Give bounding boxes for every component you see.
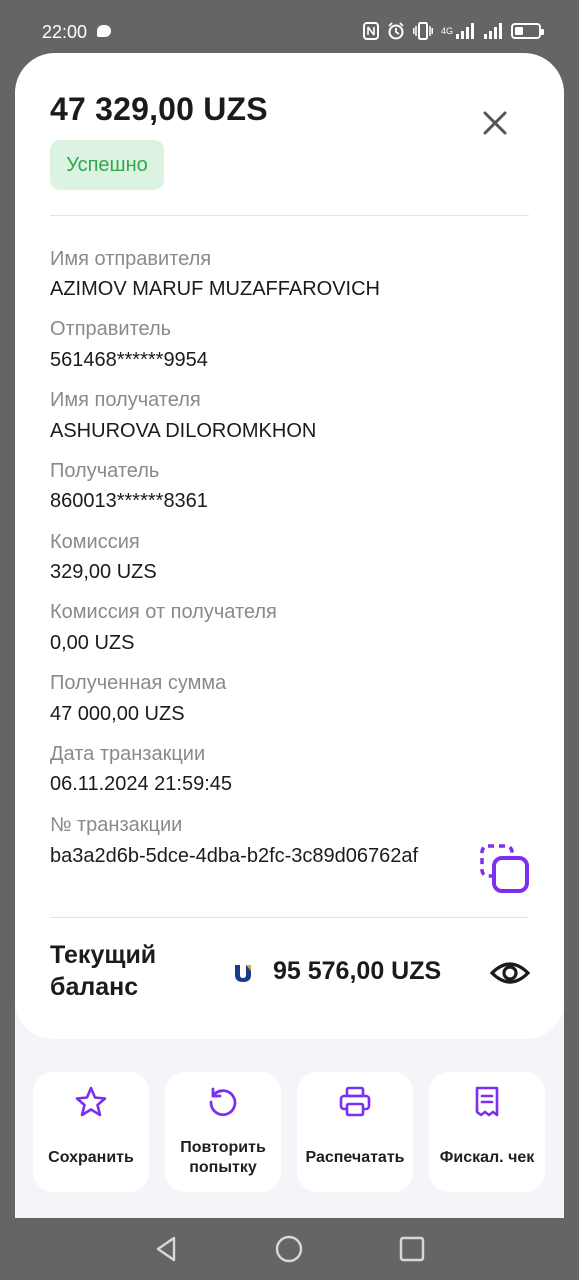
transaction-id-label: № транзакции — [50, 814, 183, 836]
battery-icon — [511, 23, 544, 39]
star-icon — [75, 1086, 107, 1117]
recipient-name-label: Имя получателя — [50, 389, 201, 411]
recipient-card-value: 860013******8361 — [50, 490, 208, 512]
fiscal-receipt-button[interactable]: Фискал. чек — [429, 1072, 545, 1192]
recipient-commission-value: 0,00 UZS — [50, 632, 135, 654]
balance-value: 95 576,00 UZS — [273, 957, 442, 985]
recipient-card-label: Получатель — [50, 460, 160, 482]
alarm-icon — [388, 22, 404, 40]
balance-label: Текущий баланс — [50, 941, 157, 1001]
action-buttons: Сохранить Повторить попытку Распечатать … — [33, 1072, 547, 1194]
eye-icon[interactable] — [490, 957, 530, 989]
battery-level — [515, 27, 523, 35]
status-badge: Успешно — [50, 140, 164, 190]
sender-name-value: AZIMOV MARUF MUZAFFAROVICH — [50, 278, 380, 300]
print-button-label: Распечатать — [305, 1149, 405, 1166]
transaction-date-value: 06.11.2024 21:59:45 — [50, 773, 233, 795]
receipt-card: 47 329,00 UZS Успешно Имя отправителя AZ… — [15, 53, 564, 1039]
back-icon[interactable] — [152, 1234, 182, 1264]
fiscal-receipt-button-label: Фискал. чек — [439, 1149, 535, 1166]
divider — [50, 215, 529, 216]
divider — [50, 917, 529, 918]
transaction-date-label: Дата транзакции — [50, 743, 206, 765]
retry-icon — [209, 1087, 237, 1117]
commission-value: 329,00 UZS — [50, 561, 157, 583]
retry-button[interactable]: Повторить попытку — [165, 1072, 281, 1192]
transaction-sheet: 47 329,00 UZS Успешно Имя отправителя AZ… — [15, 53, 564, 1220]
chat-notification-icon — [97, 25, 111, 37]
received-amount-value: 47 000,00 UZS — [50, 703, 185, 725]
signal-icon — [484, 23, 502, 39]
recipient-name-value: ASHUROVA DILOROMKHON — [50, 420, 317, 442]
save-button-label: Сохранить — [48, 1149, 134, 1166]
navigation-bar — [0, 1218, 579, 1280]
recents-icon[interactable] — [397, 1234, 427, 1264]
transaction-amount: 47 329,00 UZS — [50, 91, 268, 127]
card-brand-icon — [235, 965, 251, 982]
sender-card-value: 561468******9954 — [50, 349, 208, 371]
home-icon[interactable] — [274, 1234, 304, 1264]
printer-icon — [339, 1086, 371, 1117]
signal-4g-icon — [456, 23, 474, 39]
receipt-icon — [475, 1086, 499, 1117]
status-time: 22:00 — [42, 22, 88, 42]
recipient-commission-label: Комиссия от получателя — [50, 601, 277, 623]
status-bar: 22:00 4G — [0, 0, 579, 60]
commission-label: Комиссия — [50, 531, 140, 553]
copy-icon[interactable] — [479, 843, 531, 895]
received-amount-label: Полученная сумма — [50, 672, 227, 694]
close-icon[interactable] — [477, 105, 513, 141]
print-button[interactable]: Распечатать — [297, 1072, 413, 1192]
transaction-id-value: ba3a2d6b-5dce-4dba-b2fc-3c89d06762af — [50, 845, 419, 867]
save-button[interactable]: Сохранить — [33, 1072, 149, 1192]
vibrate-icon — [413, 22, 433, 40]
status-icons: 4G — [362, 22, 544, 40]
sender-name-label: Имя отправителя — [50, 248, 212, 270]
retry-button-label: Повторить попытку — [180, 1139, 266, 1176]
sender-card-label: Отправитель — [50, 318, 172, 340]
nfc-icon — [362, 22, 379, 40]
network-label: 4G — [440, 25, 453, 36]
